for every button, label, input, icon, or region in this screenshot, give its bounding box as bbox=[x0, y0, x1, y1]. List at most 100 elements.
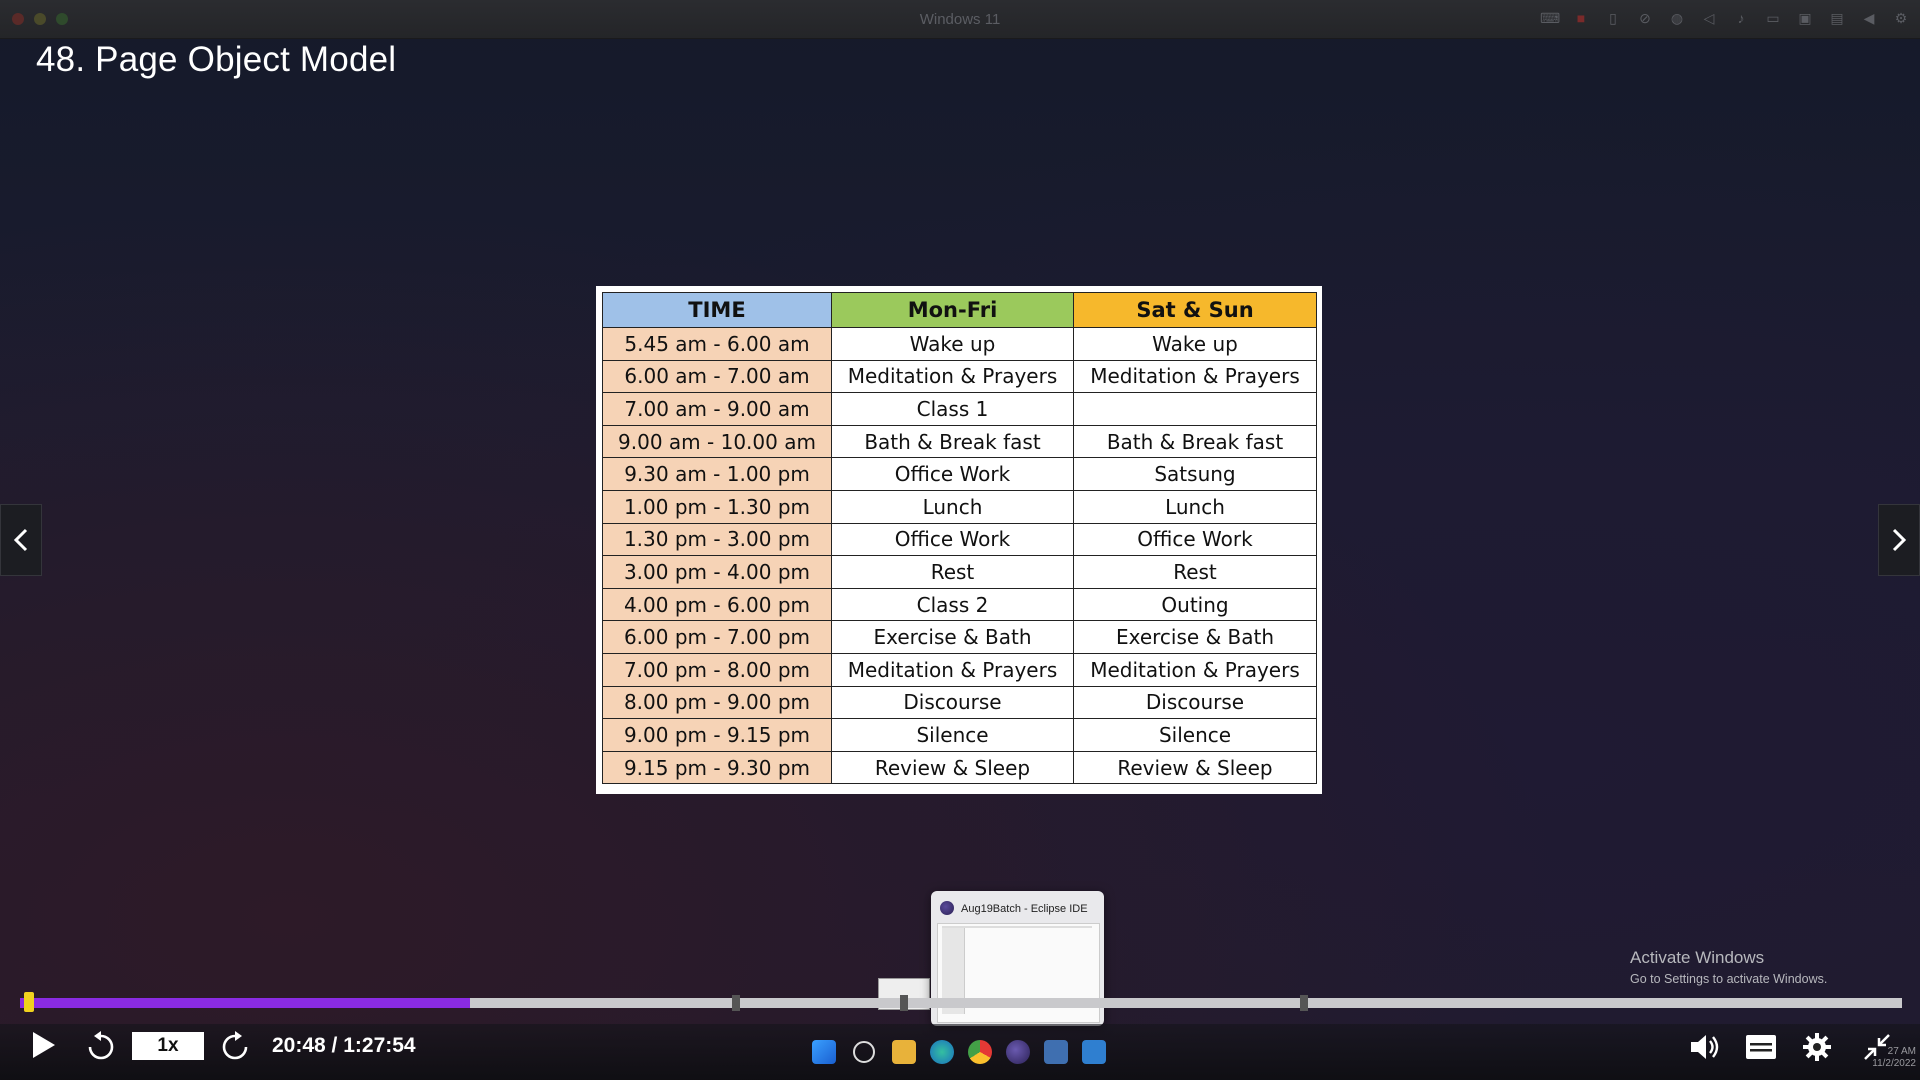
chevron-left-icon bbox=[13, 528, 28, 552]
time-cell: 4.00 pm - 6.00 pm bbox=[602, 587, 832, 622]
file-explorer-icon[interactable] bbox=[892, 1040, 916, 1064]
weekend-activity-cell: Meditation & Prayers bbox=[1073, 359, 1317, 394]
gear-icon[interactable]: ⚙ bbox=[1892, 10, 1910, 26]
header-sat-sun: Sat & Sun bbox=[1073, 292, 1317, 328]
camera-off-icon[interactable]: ⊘ bbox=[1636, 10, 1654, 26]
schedule-table: TIME Mon-Fri Sat & Sun 5.45 am - 6.00 am… bbox=[602, 292, 1317, 785]
weekend-activity-cell: Wake up bbox=[1073, 327, 1317, 361]
eclipse-icon bbox=[940, 901, 954, 915]
edge-icon[interactable] bbox=[930, 1040, 954, 1064]
time-cell: 3.00 pm - 4.00 pm bbox=[602, 555, 832, 589]
forward-button[interactable] bbox=[218, 1030, 252, 1064]
time-cell: 9.00 am - 10.00 am bbox=[602, 424, 832, 459]
eclipse-icon[interactable] bbox=[1006, 1040, 1030, 1064]
activate-windows-title: Activate Windows bbox=[1630, 948, 1765, 967]
schedule-row: 7.00 am - 9.00 am Class 1 bbox=[602, 392, 1317, 426]
schedule-row: 6.00 pm - 7.00 pm Exercise & Bath Exercise… bbox=[602, 620, 1317, 654]
search-icon[interactable] bbox=[853, 1041, 875, 1063]
weekday-activity-cell: Bath & Break fast bbox=[831, 424, 1074, 459]
header-time: TIME bbox=[602, 292, 832, 328]
header-mon-fri: Mon-Fri bbox=[831, 292, 1074, 328]
weekday-activity-cell: Class 1 bbox=[831, 392, 1074, 426]
time-cell: 9.15 pm - 9.30 pm bbox=[602, 750, 832, 785]
system-tray-clock[interactable]: 27 AM 11/2/2022 bbox=[1872, 1046, 1916, 1070]
weekday-activity-cell: Discourse bbox=[831, 685, 1074, 720]
captions-icon bbox=[1746, 1035, 1776, 1059]
weekday-activity-cell: Exercise & Bath bbox=[831, 620, 1074, 654]
rewind-button[interactable] bbox=[84, 1030, 118, 1064]
chapter-marker[interactable] bbox=[1300, 995, 1308, 1011]
weekday-activity-cell: Office Work bbox=[831, 457, 1074, 491]
schedule-row: 9.15 pm - 9.30 pm Review & Sleep Review & … bbox=[602, 750, 1317, 785]
time-cell: 9.30 am - 1.00 pm bbox=[602, 457, 832, 491]
time-cell: 7.00 am - 9.00 am bbox=[602, 392, 832, 426]
video-icon[interactable]: ▣ bbox=[1796, 10, 1814, 26]
speaker-icon[interactable]: ◁ bbox=[1700, 10, 1718, 26]
volume-button[interactable] bbox=[1688, 1030, 1722, 1064]
time-cell: 9.00 pm - 9.15 pm bbox=[602, 718, 832, 752]
time-cell: 8.00 pm - 9.00 pm bbox=[602, 685, 832, 720]
globe-icon[interactable]: ◍ bbox=[1668, 10, 1686, 26]
weekend-activity-cell: Lunch bbox=[1073, 489, 1317, 524]
weekend-activity-cell bbox=[1073, 392, 1317, 426]
lecture-title: 48. Page Object Model bbox=[36, 40, 397, 79]
schedule-row: 1.00 pm - 1.30 pm Lunch Lunch bbox=[602, 489, 1317, 524]
microphone-icon[interactable]: ♪ bbox=[1732, 10, 1750, 26]
previous-slide-button[interactable] bbox=[0, 504, 42, 576]
keyboard-icon[interactable]: ⌨ bbox=[1540, 10, 1560, 26]
settings-gear-icon bbox=[1803, 1033, 1831, 1061]
next-slide-button[interactable] bbox=[1878, 504, 1920, 576]
captions-button[interactable] bbox=[1744, 1030, 1778, 1064]
weekend-activity-cell: Office Work bbox=[1073, 522, 1317, 557]
chapter-marker[interactable] bbox=[732, 995, 740, 1011]
time-cell: 1.00 pm - 1.30 pm bbox=[602, 489, 832, 524]
weekend-activity-cell: Satsung bbox=[1073, 457, 1317, 491]
settings-button[interactable] bbox=[1800, 1030, 1834, 1064]
schedule-row: 5.45 am - 6.00 am Wake up Wake up bbox=[602, 327, 1317, 361]
schedule-row: 3.00 pm - 4.00 pm Rest Rest bbox=[602, 555, 1317, 589]
printer-icon[interactable]: ▭ bbox=[1764, 10, 1782, 26]
schedule-header-row: TIME Mon-Fri Sat & Sun bbox=[602, 292, 1317, 328]
chapter-marker[interactable] bbox=[900, 995, 908, 1011]
record-icon[interactable]: ■ bbox=[1572, 10, 1590, 26]
preview-window-title: Aug19Batch - Eclipse IDE bbox=[961, 903, 1088, 915]
time-cell: 7.00 pm - 8.00 pm bbox=[602, 652, 832, 687]
schedule-row: 1.30 pm - 3.00 pm Office Work Office Work bbox=[602, 522, 1317, 557]
usb-icon[interactable]: ▯ bbox=[1604, 10, 1622, 26]
tray-time: 27 AM bbox=[1887, 1046, 1916, 1057]
weekday-activity-cell: Review & Sleep bbox=[831, 750, 1074, 785]
windows-taskbar bbox=[812, 1040, 1106, 1064]
play-button[interactable] bbox=[28, 1030, 58, 1060]
play-icon bbox=[33, 1032, 55, 1058]
back-icon[interactable]: ◀ bbox=[1860, 10, 1878, 26]
weekend-activity-cell: Rest bbox=[1073, 555, 1317, 589]
schedule-row: 9.00 am - 10.00 am Bath & Break fast Bath … bbox=[602, 424, 1317, 459]
playback-speed-button[interactable]: 1x bbox=[132, 1032, 204, 1060]
video-progress-bar[interactable] bbox=[20, 992, 1902, 1012]
schedule-row: 7.00 pm - 8.00 pm Meditation & Prayers Med… bbox=[602, 652, 1317, 687]
schedule-row: 6.00 am - 7.00 am Meditation & Prayers Med… bbox=[602, 359, 1317, 394]
schedule-row: 9.30 am - 1.00 pm Office Work Satsung bbox=[602, 457, 1317, 491]
weekend-activity-cell: Outing bbox=[1073, 587, 1317, 622]
playback-time: 20:48 / 1:27:54 bbox=[272, 1034, 416, 1057]
preview-thumbnail[interactable] bbox=[937, 923, 1100, 1023]
app-icon[interactable] bbox=[1082, 1040, 1106, 1064]
weekday-activity-cell: Office Work bbox=[831, 522, 1074, 557]
schedule-row: 4.00 pm - 6.00 pm Class 2 Outing bbox=[602, 587, 1317, 622]
chevron-right-icon bbox=[1892, 528, 1907, 552]
windows-start-icon[interactable] bbox=[812, 1040, 836, 1064]
notepad-icon[interactable] bbox=[1044, 1040, 1068, 1064]
weekend-activity-cell: Exercise & Bath bbox=[1073, 620, 1317, 654]
time-cell: 5.45 am - 6.00 am bbox=[602, 327, 832, 361]
time-cell: 1.30 pm - 3.00 pm bbox=[602, 522, 832, 557]
weekday-activity-cell: Meditation & Prayers bbox=[831, 652, 1074, 687]
time-cell: 6.00 am - 7.00 am bbox=[602, 359, 832, 394]
weekday-activity-cell: Meditation & Prayers bbox=[831, 359, 1074, 394]
folder-icon[interactable]: ▤ bbox=[1828, 10, 1846, 26]
weekday-activity-cell: Wake up bbox=[831, 327, 1074, 361]
chrome-icon[interactable] bbox=[968, 1040, 992, 1064]
schedule-row: 8.00 pm - 9.00 pm Discourse Discourse bbox=[602, 685, 1317, 720]
volume-icon bbox=[1691, 1035, 1719, 1059]
weekend-activity-cell: Silence bbox=[1073, 718, 1317, 752]
progress-handle[interactable] bbox=[24, 992, 34, 1012]
